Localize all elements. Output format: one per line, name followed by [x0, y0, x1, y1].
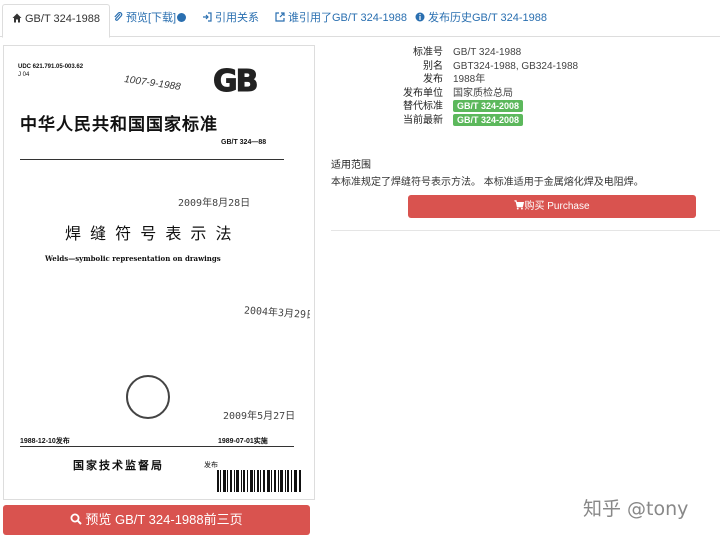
info-row-publisher: 发布单位 国家质检总局: [403, 87, 513, 99]
latest-badge[interactable]: GB/T 324-2008: [453, 113, 524, 126]
info-row-latest: 当前最新 GB/T 324-2008: [340, 113, 580, 128]
barcode: [217, 470, 301, 492]
gb-logo: GB: [213, 64, 259, 100]
info-row-number: 标准号 GB/T 324-1988: [413, 47, 522, 58]
tab-bar: GB/T 324-1988 预览[下载] 引用关系 谁引用了GB/T 324-1…: [0, 0, 720, 38]
paperclip-icon: [114, 12, 123, 21]
purchase-button[interactable]: 购买 Purchase: [408, 195, 696, 218]
login-icon: [203, 12, 212, 22]
doc-seal: [126, 375, 170, 419]
doc-std-number: GB/T 324—88: [221, 139, 267, 146]
info-row-published: 发布 1988年: [423, 74, 486, 85]
download-circle-icon: [177, 13, 187, 22]
tab-preview-download[interactable]: 预览[下载]: [104, 4, 195, 37]
scope-section: 适用范围 本标准规定了焊缝符号表示方法。 本标准适用于金属熔化焊及电阻焊。: [331, 156, 711, 188]
doc-jcode: J 04: [18, 72, 30, 78]
scope-title: 适用范围: [331, 160, 371, 171]
info-row-replaced-by: 替代标准 GB/T 324-2008: [340, 100, 580, 114]
document-cover-image: UDC 621.791.05-003.62 J 04 1007-9-1988 G…: [10, 52, 310, 495]
doc-issue-date: 1988-12-10发布: [20, 438, 70, 445]
doc-rule-bottom: [20, 446, 294, 447]
info-icon: [415, 12, 425, 22]
watermark: 知乎 @tony: [583, 498, 689, 520]
doc-stamp-1: 2009年8月28日: [178, 198, 251, 209]
search-icon: [70, 513, 83, 525]
info-row-alias: 别名 GBT324-1988, GB324-1988: [423, 60, 579, 72]
scope-text: 本标准规定了焊缝符号表示方法。 本标准适用于金属熔化焊及电阻焊。: [331, 177, 644, 188]
cart-icon: [514, 200, 525, 210]
doc-header: 中华人民共和国国家标准: [20, 115, 218, 135]
tab-standard[interactable]: GB/T 324-1988: [2, 4, 111, 38]
doc-stamp-2: 2004年3月29日: [243, 305, 310, 322]
doc-rule: [20, 159, 284, 160]
doc-handwritten-date: 1007-9-1988: [123, 74, 182, 93]
doc-title-en: Welds—symbolic representation on drawing…: [45, 254, 221, 263]
doc-stamp-3: 2009年5月27日: [223, 411, 296, 422]
document-preview: UDC 621.791.05-003.62 J 04 1007-9-1988 G…: [3, 45, 315, 500]
standard-info: 标准号 GB/T 324-1988 别名 GBT324-1988, GB324-19…: [340, 46, 580, 127]
home-icon: [12, 13, 22, 23]
doc-title-cn: 焊 缝 符 号 表 示 法: [65, 224, 234, 243]
external-icon: [275, 12, 285, 22]
divider: [331, 230, 720, 231]
doc-effective-date: 1989-07-01实施: [218, 438, 268, 445]
doc-udc: UDC 621.791.05-003.62: [18, 64, 84, 70]
tab-history[interactable]: 发布历史GB/T 324-1988: [406, 4, 556, 37]
tab-cited-by[interactable]: 谁引用了GB/T 324-1988: [266, 4, 416, 37]
doc-issuer: 国家技术监督局: [73, 460, 164, 472]
doc-issuer-suffix: 发布: [204, 462, 218, 469]
replaced-by-badge[interactable]: GB/T 324-2008: [453, 100, 524, 112]
tab-citations[interactable]: 引用关系: [193, 4, 268, 37]
preview-button[interactable]: 预览 GB/T 324-1988前三页: [3, 505, 310, 535]
